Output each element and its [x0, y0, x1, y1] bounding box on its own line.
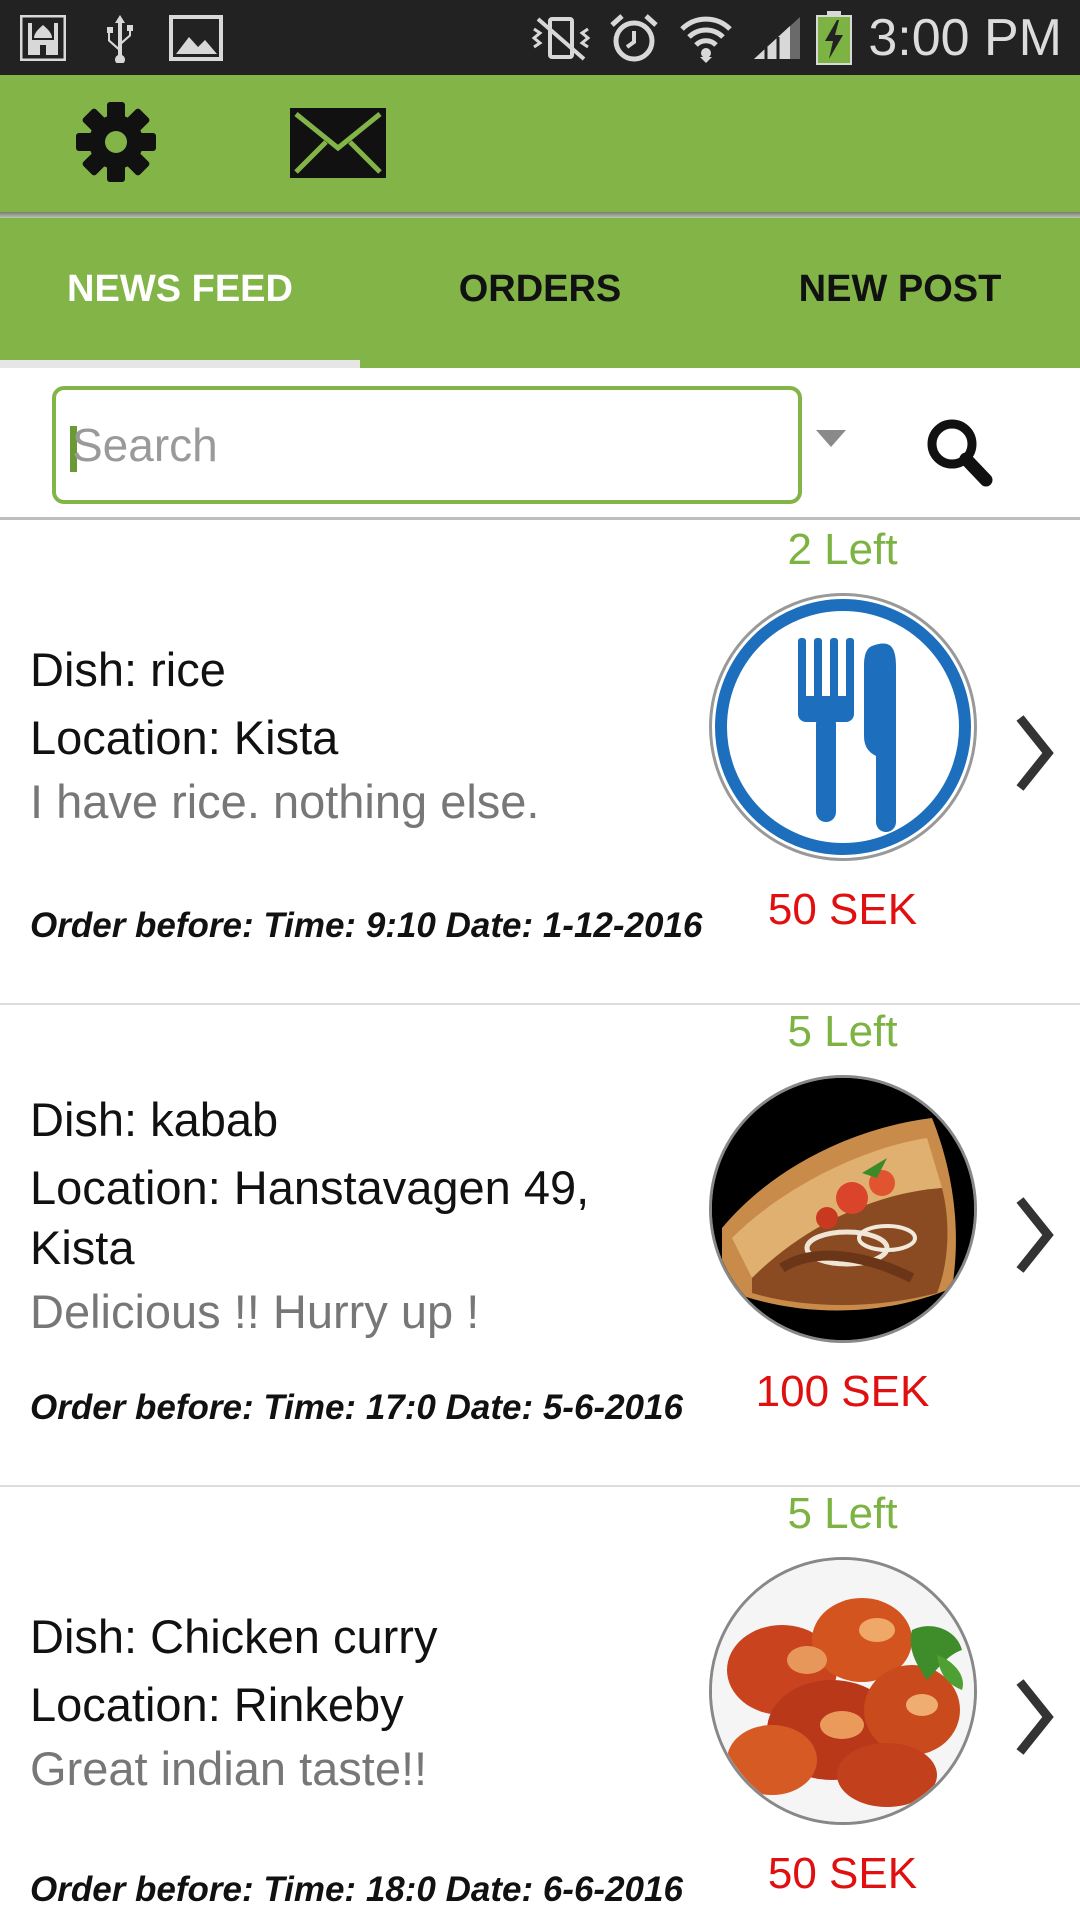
- price: 50 SEK: [767, 885, 918, 934]
- status-time: 3:00 PM: [868, 9, 1062, 67]
- order-deadline: Order before: Time: 9:10 Date: 1-12-2016: [30, 906, 703, 945]
- dish-image: [709, 1075, 977, 1343]
- chevron-right-icon[interactable]: [1010, 1190, 1060, 1280]
- battery-charging-icon: [814, 10, 854, 65]
- action-bar: [0, 75, 1080, 212]
- settings-button[interactable]: [74, 100, 158, 184]
- description: I have rice. nothing else.: [30, 775, 540, 828]
- search-input[interactable]: [72, 390, 772, 500]
- list-item[interactable]: 5 Left Dish: kabab Location: Hanstavagen…: [0, 1005, 1080, 1487]
- tab-news-feed[interactable]: NEWS FEED: [0, 218, 360, 368]
- search-row: [0, 368, 1080, 520]
- tab-indicator: [0, 360, 360, 368]
- chicken-curry-photo: [712, 1560, 974, 1822]
- search-field-container: [52, 386, 802, 504]
- description: Delicious !! Hurry up !: [30, 1285, 480, 1338]
- dish-name: Dish: Chicken curry: [30, 1610, 438, 1663]
- fork-knife-icon: [715, 599, 971, 855]
- list-item[interactable]: 5 Left Dish: Chicken curry Location: Rin…: [0, 1487, 1080, 1920]
- dish-name: Dish: rice: [30, 643, 226, 696]
- envelope-icon: [290, 108, 386, 178]
- location: Location: Kista: [30, 711, 339, 764]
- tab-label: NEWS FEED: [67, 267, 293, 310]
- status-bar: 3:00 PM: [0, 0, 1080, 75]
- alarm-icon: [608, 10, 660, 65]
- wifi-icon: [678, 10, 734, 65]
- chevron-right-icon[interactable]: [1010, 708, 1060, 798]
- post-details: Dish: kabab Location: Hanstavagen 49, Ki…: [30, 1090, 680, 1346]
- portions-left: 2 Left: [787, 525, 898, 574]
- gear-icon: [76, 102, 156, 182]
- post-details: Dish: Chicken curry Location: Rinkeby Gr…: [30, 1607, 680, 1803]
- list-item[interactable]: 2 Left Dish: rice Location: Kista I have…: [0, 523, 1080, 1005]
- mosque-icon: [20, 10, 66, 65]
- location: Location: Hanstavagen 49, Kista: [30, 1161, 590, 1274]
- order-deadline: Order before: Time: 18:0 Date: 6-6-2016: [30, 1870, 683, 1909]
- post-details: Dish: rice Location: Kista I have rice. …: [30, 640, 680, 836]
- order-deadline: Order before: Time: 17:0 Date: 5-6-2016: [30, 1388, 683, 1427]
- usb-icon: [102, 10, 138, 65]
- price: 50 SEK: [767, 1849, 918, 1898]
- description: Great indian taste!!: [30, 1742, 428, 1795]
- portions-left: 5 Left: [787, 1007, 898, 1056]
- tab-label: ORDERS: [458, 267, 622, 310]
- chevron-right-icon[interactable]: [1010, 1672, 1060, 1762]
- search-button[interactable]: [920, 412, 1000, 492]
- messages-button[interactable]: [288, 105, 388, 181]
- tab-orders[interactable]: ORDERS: [360, 218, 720, 368]
- dish-image: [709, 1557, 977, 1825]
- vibrate-off-icon: [530, 10, 592, 65]
- location: Location: Rinkeby: [30, 1678, 404, 1731]
- tab-new-post[interactable]: NEW POST: [720, 218, 1080, 368]
- price: 100 SEK: [755, 1367, 930, 1416]
- signal-icon: [752, 10, 802, 65]
- dish-image: [709, 593, 977, 861]
- image-icon: [168, 10, 224, 65]
- dish-name: Dish: kabab: [30, 1093, 279, 1146]
- search-dropdown-arrow-icon[interactable]: [816, 430, 846, 447]
- kabab-photo: [712, 1078, 974, 1340]
- tab-label: NEW POST: [798, 267, 1002, 310]
- tab-bar: NEWS FEED ORDERS NEW POST: [0, 218, 1080, 368]
- portions-left: 5 Left: [787, 1489, 898, 1538]
- search-icon: [927, 419, 993, 487]
- news-feed-list: 2 Left Dish: rice Location: Kista I have…: [0, 523, 1080, 1920]
